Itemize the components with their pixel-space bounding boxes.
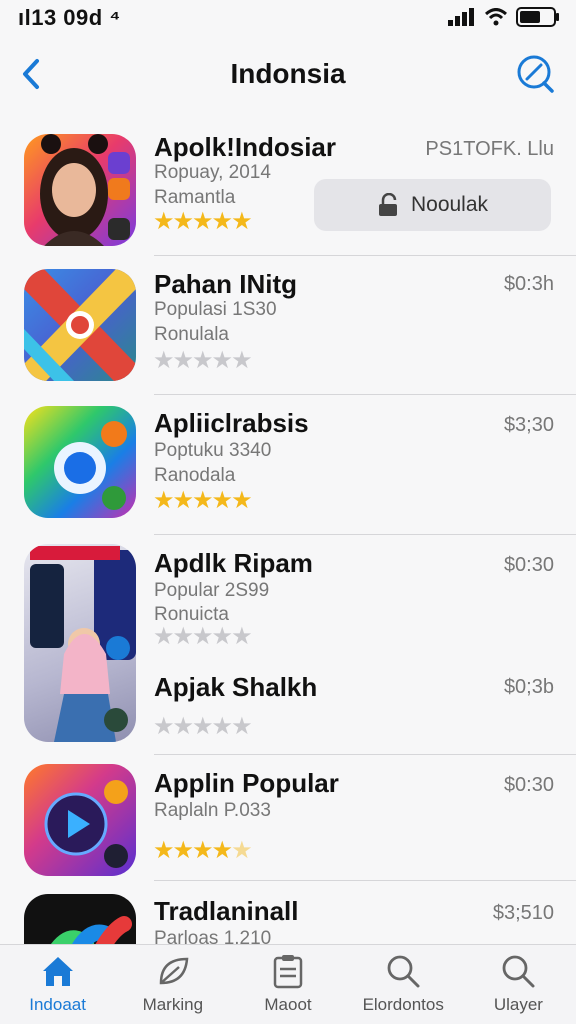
app-category: Ramantla (154, 187, 236, 208)
search-icon (503, 955, 535, 988)
app-title: Apolk!Indosiar (154, 132, 337, 162)
rating-stars: ★★★★★ (153, 487, 253, 514)
signal-icon (448, 8, 474, 26)
page-title: Indonsia (230, 58, 346, 89)
app-subtitle: Poptuku 3340 (154, 440, 272, 461)
app-category: Ranodala (154, 465, 236, 486)
app-icon (24, 269, 136, 381)
rating-stars: ★★★★★ (153, 623, 253, 650)
divider (154, 754, 576, 755)
app-title: Apjak Shalkh (154, 672, 318, 702)
tab-search[interactable]: Elordontos (346, 945, 461, 1024)
app-price: $0:30 (503, 554, 554, 576)
app-icon (24, 544, 136, 742)
app-price: $0:30 (503, 774, 554, 796)
lock-icon (378, 193, 397, 216)
app-title: Tradlaninall (154, 896, 299, 926)
tab-maoot[interactable]: Maoot (230, 945, 345, 1024)
nav-bar: Indonsia (0, 44, 576, 104)
app-subtitle: Ropuay, 2014 (154, 162, 271, 183)
app-subtitle: Populasi 1S30 (154, 299, 277, 320)
search-button[interactable] (516, 54, 556, 94)
tab-label: Ulayer (493, 995, 543, 1014)
get-button[interactable]: Nooulak (314, 179, 551, 231)
app-promo-image (30, 546, 136, 742)
tab-label: Elordontos (362, 995, 444, 1014)
app-subtitle: Raplaln P.033 (154, 800, 271, 821)
clipboard-icon (273, 955, 303, 989)
app-title: Apliiclrabsis (154, 408, 309, 438)
app-price: $0;3b (503, 676, 554, 698)
app-logo (24, 269, 136, 381)
app-icon (24, 406, 136, 518)
app-price: $0:3h (503, 273, 554, 295)
app-title: Applin Popular (154, 768, 339, 798)
divider (154, 255, 576, 256)
tab-label: Marking (142, 995, 204, 1014)
rating-stars: ★★★★★ (153, 713, 253, 740)
app-category: Ronulala (154, 324, 229, 345)
app-icon (24, 764, 136, 876)
rating-stars: ★★★★★ (153, 837, 253, 864)
divider (154, 534, 576, 535)
tab-bar: Indoaat Marking Maoot Elordontos Ulayer (0, 944, 576, 1024)
rating-stars: ★★★★★ (153, 208, 253, 235)
tab-today[interactable]: Indoaat (0, 945, 115, 1024)
play-logo (44, 780, 128, 868)
app-title: Pahan INitg (154, 269, 298, 299)
divider (154, 880, 576, 881)
leaf-icon (159, 957, 189, 985)
get-button-label: Nooulak (410, 193, 489, 216)
home-icon (42, 957, 73, 986)
tab-label: Maoot (264, 995, 312, 1014)
tab-marking[interactable]: Marking (115, 945, 230, 1024)
tab-label: Indoaat (29, 995, 86, 1014)
battery-icon (516, 7, 559, 27)
status-time: ıl13 09d ⁴ (18, 5, 121, 30)
wifi-icon (484, 8, 508, 26)
app-title: Apdlk Ripam (154, 548, 313, 578)
app-icon (24, 134, 136, 246)
app-subtitle: Popular 2S99 (154, 580, 270, 601)
status-indicators (448, 7, 560, 27)
portrait-image (40, 134, 130, 246)
search-icon (387, 955, 420, 988)
app-logo (54, 421, 127, 510)
app-price: PS1TOFK. Llu (425, 138, 554, 160)
app-price: $3;510 (492, 902, 554, 924)
tab-ulayer[interactable]: Ulayer (461, 945, 576, 1024)
divider (154, 394, 576, 395)
status-bar: ıl13 09d ⁴ (0, 0, 576, 36)
rating-stars: ★★★★★ (153, 347, 253, 374)
app-price: $3;30 (503, 414, 554, 436)
